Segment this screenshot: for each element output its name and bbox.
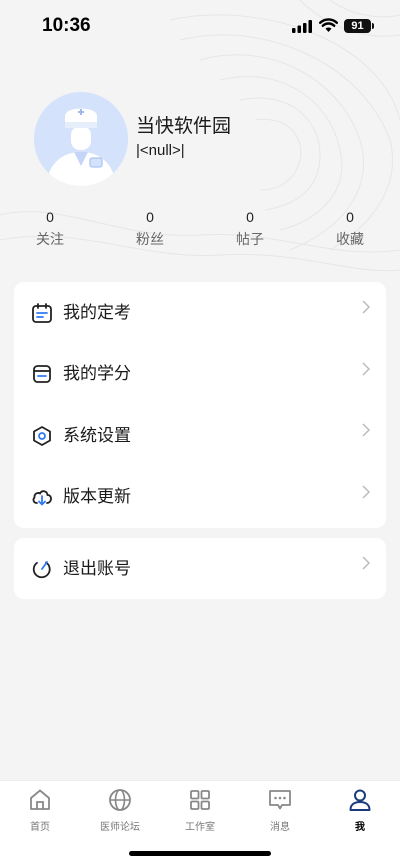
tab-label: 消息 bbox=[270, 822, 290, 833]
menu-item-label: 系统设置 bbox=[63, 425, 131, 446]
chevron-right-icon bbox=[362, 556, 370, 570]
home-icon bbox=[30, 789, 50, 810]
grid-icon bbox=[190, 790, 210, 810]
tab-home[interactable]: 首页 bbox=[0, 787, 80, 833]
stat-following[interactable]: 0 关注 bbox=[10, 209, 90, 249]
wallet-icon bbox=[33, 365, 51, 384]
chevron-right-icon bbox=[362, 300, 370, 314]
stat-value: 0 bbox=[346, 209, 354, 225]
menu-item-label: 我的定考 bbox=[63, 302, 131, 323]
stat-favorites[interactable]: 0 收藏 bbox=[310, 209, 390, 249]
chevron-right-icon bbox=[362, 362, 370, 375]
menu-item-exam[interactable]: 我的定考 bbox=[14, 282, 386, 344]
battery-indicator: 91 bbox=[344, 19, 371, 33]
tab-studio[interactable]: 工作室 bbox=[160, 787, 240, 833]
user-icon bbox=[349, 789, 371, 811]
tab-messages[interactable]: 消息 bbox=[240, 787, 320, 833]
battery-tip bbox=[372, 23, 374, 29]
stat-label: 收藏 bbox=[336, 232, 364, 248]
tab-label: 医师论坛 bbox=[100, 822, 140, 833]
menu-item-update[interactable]: 版本更新 bbox=[14, 467, 386, 529]
settings-hexagon-icon bbox=[33, 425, 51, 446]
menu-item-settings[interactable]: 系统设置 bbox=[14, 405, 386, 467]
stat-fans[interactable]: 0 粉丝 bbox=[110, 209, 190, 249]
tab-me[interactable]: 我 bbox=[320, 787, 400, 833]
menu-item-label: 我的学分 bbox=[63, 364, 131, 385]
stat-label: 关注 bbox=[36, 232, 64, 248]
status-time: 10:36 bbox=[42, 15, 91, 36]
tab-forum[interactable]: 医师论坛 bbox=[80, 787, 160, 833]
doctor-avatar-icon bbox=[34, 92, 128, 186]
stat-value: 0 bbox=[246, 209, 254, 225]
menu-card: 我的定考 我的学分 系统设置 版本更新 bbox=[14, 282, 386, 528]
calendar-icon bbox=[32, 302, 52, 323]
stat-label: 帖子 bbox=[236, 232, 264, 248]
logout-icon bbox=[32, 560, 51, 578]
profile-stats: 0 关注 0 粉丝 0 帖子 0 收藏 bbox=[0, 209, 400, 253]
cloud-download-icon bbox=[32, 490, 52, 506]
stat-value: 0 bbox=[146, 209, 154, 225]
tab-label: 我 bbox=[355, 822, 365, 833]
stat-label: 粉丝 bbox=[136, 232, 164, 248]
menu-item-label: 版本更新 bbox=[63, 487, 131, 508]
avatar[interactable] bbox=[34, 92, 128, 186]
message-icon bbox=[269, 790, 291, 810]
tab-label: 首页 bbox=[30, 822, 50, 833]
home-indicator bbox=[129, 851, 271, 856]
logout-button[interactable]: 退出账号 bbox=[14, 538, 386, 599]
user-subtitle: |<null>| bbox=[136, 142, 185, 159]
signal-icon bbox=[292, 20, 312, 33]
chevron-right-icon bbox=[362, 423, 370, 437]
globe-icon bbox=[109, 789, 131, 811]
tab-label: 工作室 bbox=[185, 822, 215, 833]
logout-card: 退出账号 bbox=[14, 538, 386, 599]
stat-posts[interactable]: 0 帖子 bbox=[210, 209, 290, 249]
chevron-right-icon bbox=[362, 485, 370, 498]
logout-label: 退出账号 bbox=[63, 558, 131, 579]
menu-item-credits[interactable]: 我的学分 bbox=[14, 344, 386, 406]
status-bar: 10:36 91 bbox=[0, 0, 400, 54]
username: 当快软件园 bbox=[136, 115, 232, 137]
stat-value: 0 bbox=[46, 209, 54, 225]
wifi-icon bbox=[319, 18, 338, 32]
